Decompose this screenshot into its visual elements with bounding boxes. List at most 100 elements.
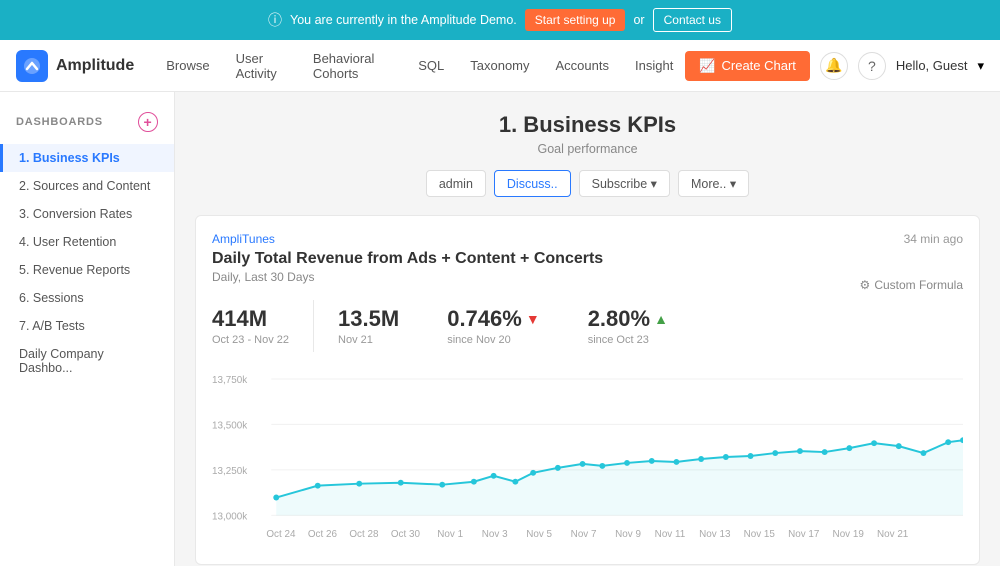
chart-title: Daily Total Revenue from Ads + Content +… xyxy=(212,250,963,268)
logo[interactable]: Amplitude xyxy=(16,50,134,82)
x-label-nov9: Nov 9 xyxy=(615,529,641,540)
chart-period-row: Daily, Last 30 Days ⚙ Custom Formula xyxy=(212,270,963,300)
main-content: 1. Business KPIs Goal performance admin … xyxy=(175,92,1000,566)
setup-button[interactable]: Start setting up xyxy=(525,9,626,31)
x-label-nov19: Nov 19 xyxy=(833,529,865,540)
nav-right: 📈 Create Chart 🔔 ? Hello, Guest ▾ xyxy=(685,51,984,81)
stats-row: 414M Oct 23 - Nov 22 13.5M Nov 21 0.746%… xyxy=(212,300,963,352)
stat-since-nov20-value: 0.746% ▼ xyxy=(447,306,539,332)
sidebar-item-revenue-reports[interactable]: 5. Revenue Reports xyxy=(0,256,174,284)
gear-icon: ⚙ xyxy=(860,278,871,292)
nav-user-activity[interactable]: User Activity xyxy=(224,45,299,87)
x-label-oct24: Oct 24 xyxy=(266,529,296,540)
chart-dot xyxy=(649,458,655,464)
up-arrow-icon: ▲ xyxy=(654,311,668,327)
stat-since-nov20: 0.746% ▼ since Nov 20 xyxy=(447,300,563,352)
chart-dot xyxy=(491,473,497,479)
x-label-nov15: Nov 15 xyxy=(744,529,776,540)
stat-nov21-value: 13.5M xyxy=(338,306,399,332)
nav-sql[interactable]: SQL xyxy=(406,52,456,79)
chart-dot xyxy=(896,443,902,449)
bell-icon[interactable]: 🔔 xyxy=(820,52,848,80)
sidebar-title: DASHBOARDS xyxy=(16,116,103,128)
discuss-button[interactable]: Discuss.. xyxy=(494,170,571,197)
chart-dot xyxy=(921,450,927,456)
create-chart-button[interactable]: 📈 Create Chart xyxy=(685,51,810,81)
more-button[interactable]: More.. ▾ xyxy=(678,170,749,197)
x-label-nov1: Nov 1 xyxy=(437,529,463,540)
chart-dot xyxy=(315,483,321,489)
chart-period: Daily, Last 30 Days xyxy=(212,270,315,284)
x-label-nov5: Nov 5 xyxy=(526,529,552,540)
y-label-4: 13,000k xyxy=(212,511,247,522)
chart-dot xyxy=(723,454,729,460)
chart-time: 34 min ago xyxy=(904,232,963,246)
logo-icon xyxy=(16,50,48,82)
x-label-nov21: Nov 21 xyxy=(877,529,909,540)
sidebar-item-ab-tests[interactable]: 7. A/B Tests xyxy=(0,312,174,340)
chevron-down-icon[interactable]: ▾ xyxy=(977,58,984,74)
x-label-oct28: Oct 28 xyxy=(349,529,379,540)
banner-message: You are currently in the Amplitude Demo. xyxy=(290,13,517,27)
sidebar-item-sessions[interactable]: 6. Sessions xyxy=(0,284,174,312)
contact-button[interactable]: Contact us xyxy=(653,8,732,32)
logo-text: Amplitude xyxy=(56,57,134,75)
y-label-3: 13,250k xyxy=(212,466,247,477)
chart-dot xyxy=(439,482,445,488)
navbar: Amplitude Browse User Activity Behaviora… xyxy=(0,40,1000,92)
layout: DASHBOARDS + 1. Business KPIs 2. Sources… xyxy=(0,92,1000,566)
chart-dot xyxy=(273,495,279,501)
chart-dot xyxy=(471,479,477,485)
chart-dot xyxy=(673,459,679,465)
nav-browse[interactable]: Browse xyxy=(154,52,221,79)
nav-behavioral-cohorts[interactable]: Behavioral Cohorts xyxy=(301,45,404,87)
chart-dot xyxy=(398,480,404,486)
or-text: or xyxy=(633,13,644,27)
page-actions: admin Discuss.. Subscribe ▾ More.. ▾ xyxy=(195,170,980,197)
stat-since-oct23-label: since Oct 23 xyxy=(588,334,668,346)
x-label-nov13: Nov 13 xyxy=(699,529,731,540)
sidebar-item-business-kpis[interactable]: 1. Business KPIs xyxy=(0,144,174,172)
sidebar-header: DASHBOARDS + xyxy=(0,108,174,144)
chart-header: AmpliTunes 34 min ago xyxy=(212,232,963,246)
info-icon: ⓘ xyxy=(268,10,282,30)
stat-since-nov20-label: since Nov 20 xyxy=(447,334,539,346)
admin-button[interactable]: admin xyxy=(426,170,486,197)
create-chart-icon: 📈 xyxy=(699,58,715,74)
add-dashboard-button[interactable]: + xyxy=(138,112,158,132)
nav-links: Browse User Activity Behavioral Cohorts … xyxy=(154,45,685,87)
x-label-nov11: Nov 11 xyxy=(655,529,686,540)
chart-dot xyxy=(580,461,586,467)
chart-dot xyxy=(945,439,951,445)
x-label-nov7: Nov 7 xyxy=(571,529,597,540)
stat-total-value: 414M xyxy=(212,306,289,332)
nav-taxonomy[interactable]: Taxonomy xyxy=(458,52,541,79)
chart-dot xyxy=(698,456,704,462)
stat-nov21: 13.5M Nov 21 xyxy=(338,300,423,352)
stat-nov21-label: Nov 21 xyxy=(338,334,399,346)
sidebar-item-daily-company[interactable]: Daily Company Dashbo... xyxy=(0,340,174,382)
top-banner: ⓘ You are currently in the Amplitude Dem… xyxy=(0,0,1000,40)
y-label-1: 13,750k xyxy=(212,375,247,386)
help-icon[interactable]: ? xyxy=(858,52,886,80)
nav-accounts[interactable]: Accounts xyxy=(544,52,621,79)
chart-area: 13,750k 13,500k 13,250k 13,000k xyxy=(212,368,963,548)
nav-insight[interactable]: Insight xyxy=(623,52,685,79)
down-arrow-icon: ▼ xyxy=(526,311,540,327)
chart-dot xyxy=(846,445,852,451)
chart-dot xyxy=(624,460,630,466)
stat-total: 414M Oct 23 - Nov 22 xyxy=(212,300,314,352)
custom-formula-button[interactable]: ⚙ Custom Formula xyxy=(860,278,963,292)
chart-dot xyxy=(512,479,518,485)
sidebar-item-user-retention[interactable]: 4. User Retention xyxy=(0,228,174,256)
x-label-oct30: Oct 30 xyxy=(391,529,421,540)
sidebar-item-conversion-rates[interactable]: 3. Conversion Rates xyxy=(0,200,174,228)
chart-dot xyxy=(599,463,605,469)
sidebar-item-sources-content[interactable]: 2. Sources and Content xyxy=(0,172,174,200)
x-label-oct26: Oct 26 xyxy=(308,529,338,540)
sidebar: DASHBOARDS + 1. Business KPIs 2. Sources… xyxy=(0,92,175,566)
stat-since-oct23-value: 2.80% ▲ xyxy=(588,306,668,332)
subscribe-button[interactable]: Subscribe ▾ xyxy=(579,170,670,197)
hello-user[interactable]: Hello, Guest xyxy=(896,58,968,73)
chart-dot xyxy=(555,465,561,471)
